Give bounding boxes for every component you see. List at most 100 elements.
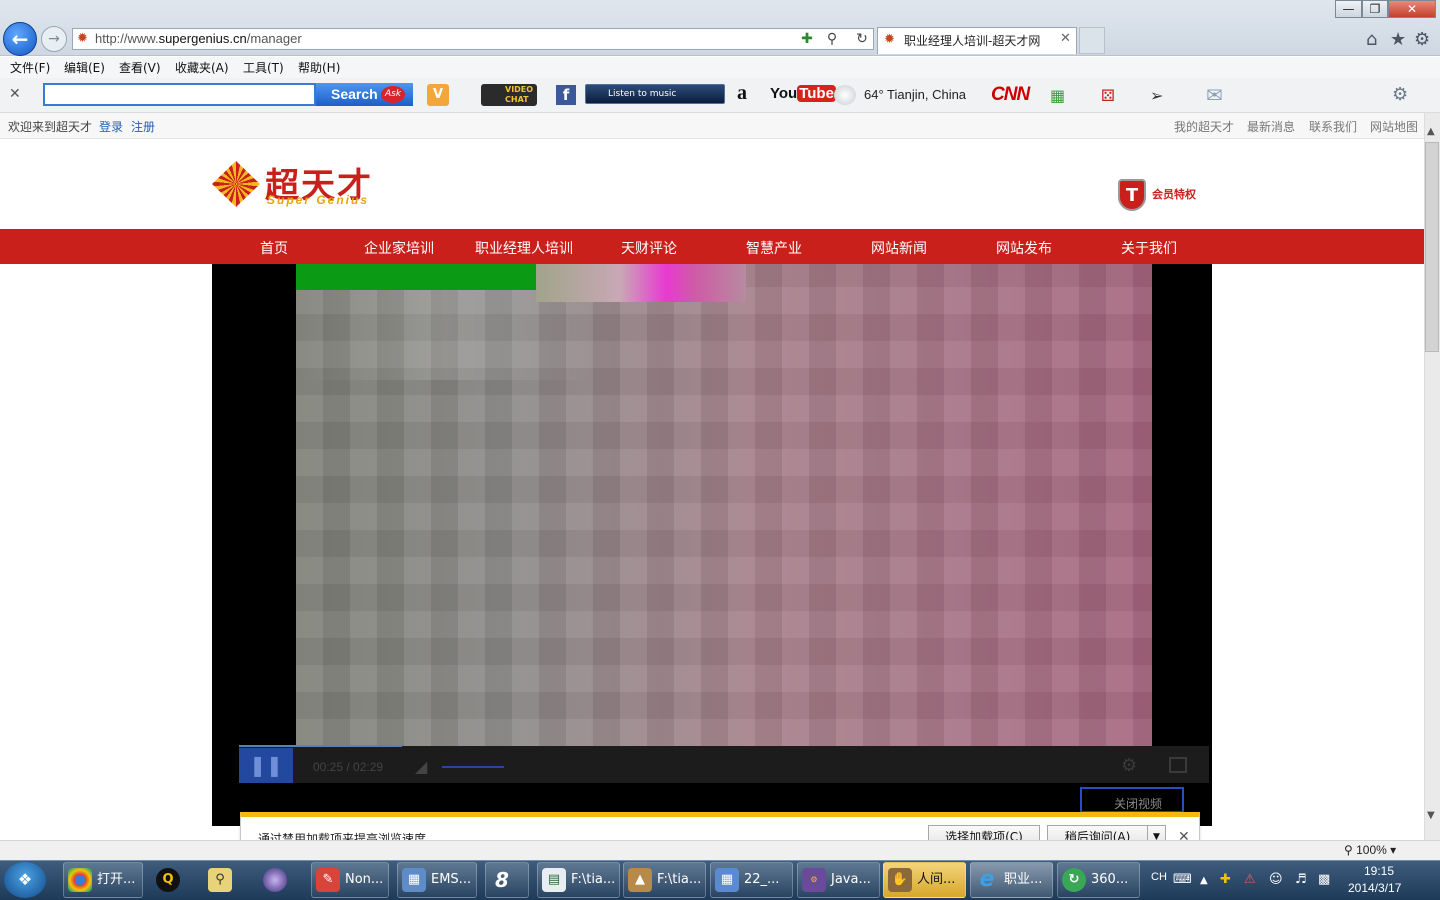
my-account-link[interactable]: 我的超天才 [1174,118,1234,135]
logo-english[interactable]: Super Genius [267,193,369,207]
maximize-button[interactable]: ❐ [1362,0,1388,18]
volume-icon[interactable]: ◢ [415,757,427,776]
zoom-level[interactable]: ⚲ 100% ▾ [1344,843,1396,857]
taskbar-label: Java... [831,872,871,887]
favorites-icon[interactable]: ★ [1390,29,1406,50]
speaker-icon[interactable]: ♬ [1295,872,1307,887]
menu-help[interactable]: 帮助(H) [298,59,340,76]
menu-edit[interactable]: 编辑(E) [64,59,105,76]
pause-icon[interactable]: ❚❚ [239,748,293,783]
network-icon[interactable]: ▩ [1318,872,1330,887]
tray-security-icon[interactable]: ⚠ [1244,872,1256,887]
welcome-text: 欢迎来到超天才 [8,120,93,134]
member-privilege[interactable]: 会员特权 [1152,186,1196,202]
maps-icon[interactable]: ▦ [1050,86,1065,105]
toolbar-options-icon[interactable]: ⚙ [1392,84,1408,105]
tray-360-icon[interactable]: ✚ [1220,872,1231,887]
nav-commentary[interactable]: 天财评论 [594,238,704,258]
login-link[interactable]: 登录 [99,118,123,135]
music-icon: 8 [495,868,509,892]
video-glitch-green [296,264,536,290]
taskbar-app-22[interactable]: ▦ 22_... [710,862,793,898]
settings-gear-icon[interactable]: ⚙ [1121,755,1137,776]
speed-icon[interactable]: ➢ [1150,86,1163,105]
clock-date[interactable]: 2014/3/17 [1348,881,1401,895]
tools-gear-icon[interactable]: ⚙ [1414,29,1430,50]
menu-tools[interactable]: 工具(T) [243,59,284,76]
register-link[interactable]: 注册 [131,118,155,135]
search-people-icon: ⚲ [208,868,232,892]
search-dropdown-icon[interactable]: ⚲ [822,29,842,49]
nav-about[interactable]: 关于我们 [1094,238,1204,258]
nav-entrepreneur[interactable]: 企业家培训 [344,238,454,258]
taskbar-renjian[interactable]: ✋ 人间... [883,862,966,898]
compat-view-icon[interactable]: ✚ [797,29,817,49]
handshake-icon: ✋ [888,868,912,892]
menu-favorites[interactable]: 收藏夹(A) [175,59,229,76]
video-glitch-strip [536,264,746,302]
taskbar-label: Non... [345,872,384,887]
browser-tab[interactable]: 职业经理人培训-超天才网 [877,27,1077,54]
video-progress-bar[interactable] [239,745,402,747]
taskbar-chrome[interactable]: 打开... [63,862,143,898]
taskbar-explorer-2[interactable]: ▲ F:\tia... [623,862,706,898]
close-window-button[interactable]: ✕ [1388,0,1436,18]
taskbar-ie[interactable]: e 职业... [970,862,1053,898]
language-indicator[interactable]: CH [1151,871,1167,883]
nav-publish[interactable]: 网站发布 [969,238,1079,258]
taskbar-java-ide[interactable]: ⚙ Java... [797,862,880,898]
latest-news-link[interactable]: 最新消息 [1247,118,1295,135]
360-icon: ↻ [1062,868,1086,892]
v-icon[interactable]: V [427,84,449,106]
clock-time[interactable]: 19:15 [1364,864,1394,878]
mail-icon[interactable]: ✉ [1206,83,1223,107]
taskbar-eclipse[interactable] [258,862,302,898]
start-button[interactable]: ❖ [4,862,46,898]
weather-widget[interactable]: 64° Tianjin, China [864,87,966,102]
tray-qq-icon[interactable]: ☺ [1269,872,1283,887]
close-video-button[interactable]: 关闭视频 [1080,787,1184,813]
member-shield-icon[interactable]: T [1118,179,1146,211]
fullscreen-icon[interactable] [1169,757,1187,773]
cnn-icon[interactable]: CNN [991,84,1030,106]
forward-button[interactable]: → [41,26,67,52]
taskbar-360[interactable]: ↻ 360... [1057,862,1140,898]
amazon-icon[interactable]: a [737,82,747,105]
taskbar-ems[interactable]: ▦ EMS... [397,862,477,898]
home-icon[interactable]: ⌂ [1366,29,1377,50]
taskbar-explorer-1[interactable]: ▤ F:\tia... [537,862,620,898]
video-controls [239,746,1209,783]
nav-news[interactable]: 网站新闻 [844,238,954,258]
weather-icon [834,85,856,105]
sitemap-link[interactable]: 网站地图 [1370,118,1418,135]
volume-slider[interactable] [442,766,504,768]
new-tab-button[interactable] [1079,27,1105,54]
video-chat-button[interactable]: VIDEO CHAT [481,84,537,106]
scrollbar-thumb[interactable] [1425,142,1439,352]
taskbar-non[interactable]: ✎ Non... [311,862,389,898]
keyboard-icon[interactable]: ⌨ [1173,872,1192,887]
nav-wisdom[interactable]: 智慧产业 [719,238,829,258]
nav-manager[interactable]: 职业经理人培训 [469,238,579,258]
listen-to-music-dropdown[interactable]: Listen to music [585,84,725,104]
scroll-up-icon[interactable]: ▲ [1427,126,1435,137]
ask-search-input[interactable] [43,83,316,106]
games-icon[interactable]: ⚄ [1101,86,1115,105]
facebook-icon[interactable]: f [556,85,576,105]
taskbar-qq[interactable]: Q [151,862,195,898]
refresh-icon[interactable]: ↻ [852,29,872,49]
taskbar-search-people[interactable]: ⚲ [203,862,247,898]
address-bar[interactable]: http://www.supergenius.cn/manager [72,28,874,50]
minimize-button[interactable]: — [1335,0,1362,18]
nav-home[interactable]: 首页 [219,238,329,258]
back-button[interactable]: ← [3,22,37,56]
contact-link[interactable]: 联系我们 [1309,118,1357,135]
scroll-down-icon[interactable]: ▼ [1427,810,1435,821]
toolbar-close-icon[interactable]: ✕ [9,86,21,102]
youtube-icon[interactable]: You Tube [770,85,836,102]
menu-file[interactable]: 文件(F) [10,59,50,76]
tray-expand-icon[interactable]: ▲ [1200,875,1208,886]
taskbar-music[interactable]: 8 [485,862,529,898]
tab-close-icon[interactable]: ✕ [1060,31,1071,46]
menu-view[interactable]: 查看(V) [119,59,161,76]
